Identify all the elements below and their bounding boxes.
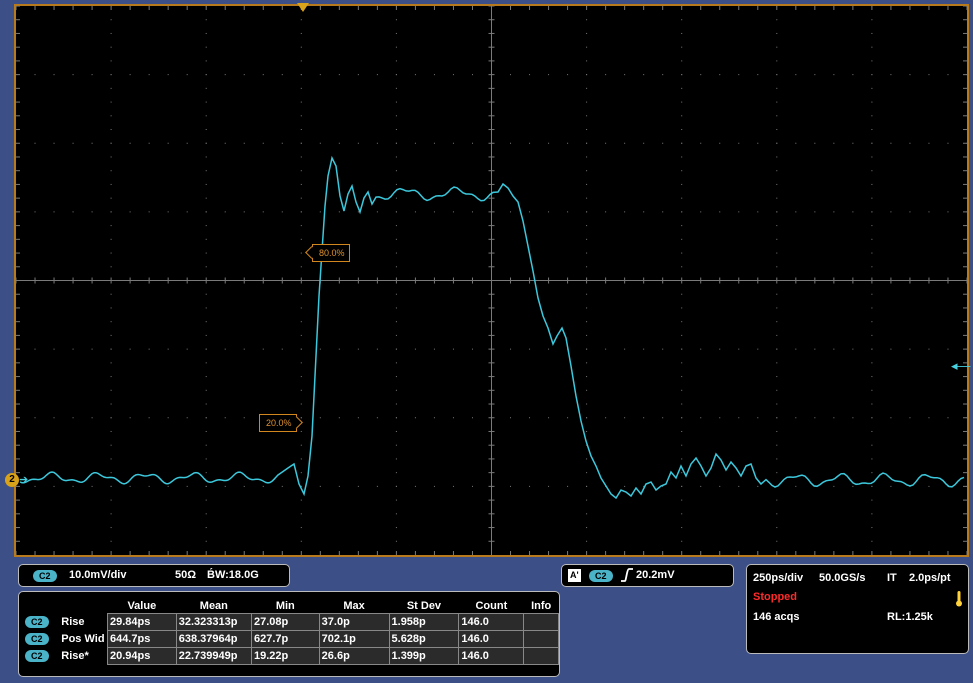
marker-80-percent: 80.0% (312, 244, 350, 262)
row-channel-badge: C2 (25, 616, 49, 628)
measurement-row-rise[interactable]: C2 Rise 29.84ps 32.323313p 27.08p 37.0p … (23, 613, 559, 631)
trigger-channel-badge: C2 (589, 570, 613, 582)
sample-rate: 50.0GS/s (819, 572, 866, 584)
header-value: Value (127, 599, 157, 612)
measurement-label: Rise (61, 616, 85, 628)
channel-impedance: 50Ω (175, 569, 197, 581)
channel-badge: C2 (33, 570, 57, 582)
measurement-min: 19.22p (250, 647, 320, 665)
measurement-label: Rise* (61, 650, 89, 662)
measurement-count: 146.0 (458, 630, 525, 648)
header-count: Count (475, 599, 508, 612)
channel-scale: 10.0mV/div (69, 569, 127, 581)
trigger-position-icon[interactable] (297, 3, 309, 12)
measurement-value: 29.84ps (106, 613, 177, 631)
rising-edge-icon (620, 567, 634, 586)
measurement-row-pos-width[interactable]: C2 Pos Wid 644.7ps 638.37964p 627.7p 702… (23, 630, 559, 648)
measurement-min: 627.7p (250, 630, 320, 648)
measurement-info (523, 613, 559, 631)
header-stdev: St Dev (406, 599, 442, 612)
time-resolution: 2.0ps/pt (909, 572, 951, 584)
measurement-min: 27.08p (250, 613, 320, 631)
trigger-mode-badge: A' (568, 569, 581, 582)
measurement-mean: 32.323313p (175, 613, 252, 631)
marker-20-percent: 20.0% (259, 414, 297, 432)
measurement-row-rise-star[interactable]: C2 Rise* 20.94ps 22.739949p 19.22p 26.6p… (23, 647, 559, 665)
measurements-panel[interactable]: Value Mean Min Max St Dev Count Info C2 … (18, 591, 560, 677)
measurement-value: 644.7ps (106, 630, 177, 648)
measurement-header-row: Value Mean Min Max St Dev Count Info (23, 598, 559, 614)
trigger-level: 20.2mV (636, 569, 675, 581)
measurement-stdev: 5.628p (388, 630, 460, 648)
measurement-value: 20.94ps (106, 647, 177, 665)
record-length: RL:1.25k (887, 611, 933, 623)
oscilloscope-window: 80.0% 20.0% 2 ➔ ◂— C2 10.0mV/div 50Ω B́W… (0, 0, 973, 683)
measurement-mean: 638.37964p (175, 630, 252, 648)
trigger-level-arrow-icon[interactable]: ◂— (951, 359, 971, 373)
measurement-count: 146.0 (458, 647, 525, 665)
measurement-count: 146.0 (458, 613, 525, 631)
measurement-stdev: 1.399p (388, 647, 460, 665)
row-channel-badge: C2 (25, 650, 49, 662)
measurement-table: Value Mean Min Max St Dev Count Info C2 … (23, 598, 559, 665)
header-mean: Mean (199, 599, 228, 612)
measurement-stdev: 1.958p (388, 613, 460, 631)
horizontal-scale: 250ps/div (753, 572, 804, 584)
header-info: Info (531, 599, 552, 612)
graticule (16, 6, 967, 555)
timebase-panel[interactable]: 250ps/div 50.0GS/s IT 2.0ps/pt Stopped 1… (746, 564, 969, 654)
measurement-mean: 22.739949p (175, 647, 252, 665)
row-channel-badge: C2 (25, 633, 49, 645)
acquisition-count: 146 acqs (753, 611, 800, 623)
acquisition-mode: IT (887, 572, 897, 584)
channel-offset-arrow-icon: ➔ (19, 474, 29, 486)
measurement-max: 37.0p (318, 613, 390, 631)
measurement-label: Pos Wid (61, 633, 105, 645)
measurement-max: 26.6p (318, 647, 390, 665)
measurement-info (523, 647, 559, 665)
channel-2-marker[interactable]: 2 (5, 473, 19, 487)
measurement-info (523, 630, 559, 648)
thermometer-icon (955, 591, 963, 610)
channel-bandwidth: B́W:18.0G (207, 569, 259, 581)
waveform-display[interactable]: 80.0% 20.0% (14, 4, 969, 557)
run-status[interactable]: Stopped (753, 591, 797, 603)
channel-settings-panel[interactable]: C2 10.0mV/div 50Ω B́W:18.0G (18, 564, 290, 587)
header-max: Max (343, 599, 365, 612)
header-min: Min (275, 599, 295, 612)
measurement-max: 702.1p (318, 630, 390, 648)
trigger-settings-panel[interactable]: A' C2 20.2mV (561, 564, 734, 587)
